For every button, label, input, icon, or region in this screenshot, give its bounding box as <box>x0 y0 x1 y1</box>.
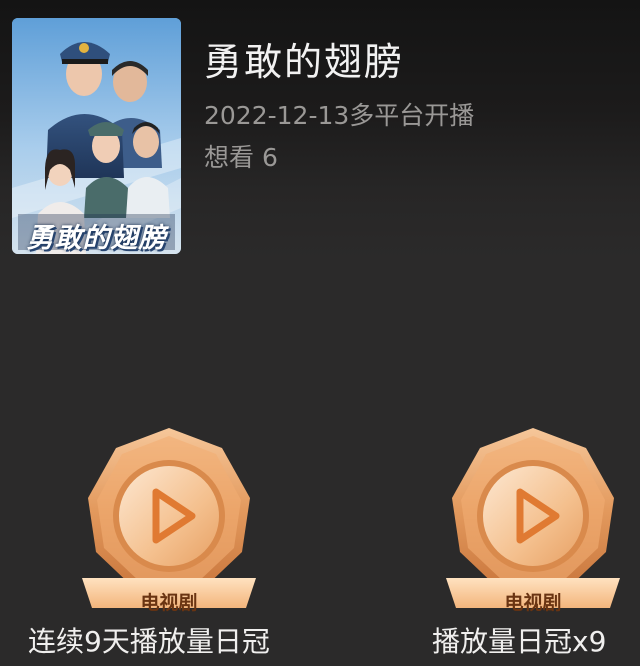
badge-category-tag: 电视剧 <box>140 592 198 614</box>
release-info: 2022-12-13多平台开播 <box>204 101 475 130</box>
poster-title-text: 勇敢的翅膀 <box>26 223 167 254</box>
badge-caption: 连续9天播放量日冠 <box>28 625 270 658</box>
show-achievement-page: 勇敢的翅膀 勇敢的翅膀 2022-12-13多平台开播 想看 6 电视剧 连续9… <box>0 0 640 666</box>
achievement-badge-consecutive[interactable]: 电视剧 <box>74 426 264 626</box>
show-title: 勇敢的翅膀 <box>204 40 405 84</box>
want-to-watch-count[interactable]: 想看 6 <box>204 140 278 176</box>
show-poster[interactable]: 勇敢的翅膀 <box>12 18 181 254</box>
achievement-badge-daily-crown[interactable]: 电视剧 <box>438 426 628 626</box>
badge-caption: 播放量日冠x9 <box>432 625 607 658</box>
badge-category-tag: 电视剧 <box>504 592 562 614</box>
